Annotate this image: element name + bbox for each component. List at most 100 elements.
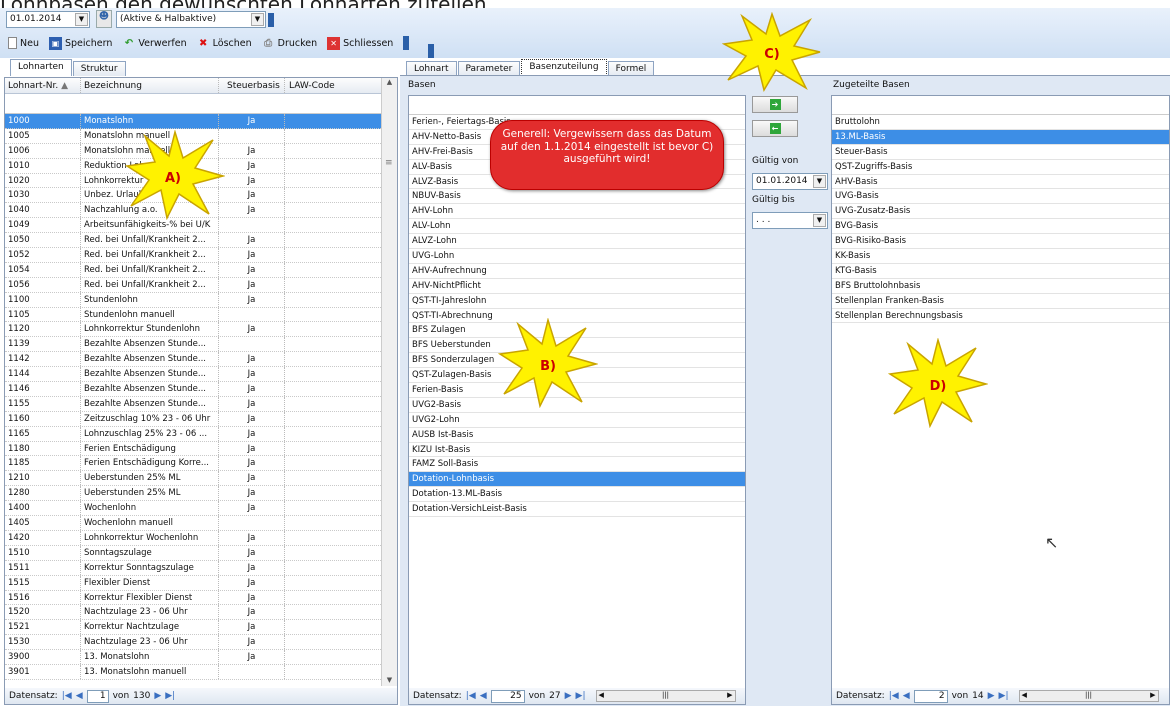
table-row[interactable]: 1210 Ueberstunden 25% ML Ja xyxy=(5,471,397,487)
list-item[interactable]: UVG2-Basis xyxy=(409,398,745,413)
tab-lohnart[interactable]: Lohnart xyxy=(406,61,457,76)
table-row[interactable]: 1006 Monatslohn manuell Ja xyxy=(5,143,397,159)
table-row[interactable]: 1405 Wochenlohn manuell xyxy=(5,516,397,531)
tab-lohnarten[interactable]: Lohnarten xyxy=(10,59,72,76)
chevron-down-icon[interactable]: ▼ xyxy=(251,13,264,26)
filter-row[interactable] xyxy=(5,94,397,114)
table-row[interactable]: 1521 Korrektur Nachtzulage Ja xyxy=(5,620,397,636)
list-item[interactable]: Stellenplan Franken-Basis xyxy=(832,294,1169,309)
list-item[interactable]: BFS Ueberstunden xyxy=(409,338,745,354)
scroll-right-icon[interactable]: ▶ xyxy=(727,691,732,701)
next-record-icon[interactable]: ▶ xyxy=(565,691,572,701)
close-button[interactable]: ✕ Schliessen xyxy=(327,36,393,50)
record-position[interactable]: 2 xyxy=(913,689,948,703)
record-position[interactable]: 1 xyxy=(86,689,109,703)
table-row[interactable]: 1020 Lohnkorrektur Ja xyxy=(5,173,397,189)
h-scrollbar[interactable]: ◀ ||| ▶ xyxy=(1018,690,1159,702)
list-item[interactable]: BFS Sonderzulagen xyxy=(409,353,745,369)
record-position[interactable]: 25 xyxy=(490,689,525,703)
person-icon[interactable]: ☻ xyxy=(96,10,112,28)
col-steuerbasis[interactable]: Steuerbasis xyxy=(219,78,285,93)
table-row[interactable]: 1030 Unbez. Urlaub Ja xyxy=(5,188,397,204)
table-row[interactable]: 1520 Nachtzulage 23 - 06 Uhr Ja xyxy=(5,605,397,621)
col-lohnart-nr[interactable]: Lohnart-Nr. ▲ xyxy=(5,78,81,93)
table-row[interactable]: 1400 Wochenlohn Ja xyxy=(5,501,397,517)
prev-record-icon[interactable]: ◀ xyxy=(480,691,487,701)
list-item[interactable]: Bruttolohn xyxy=(832,115,1169,130)
table-row[interactable]: 1516 Korrektur Flexibler Dienst Ja xyxy=(5,590,397,606)
list-item[interactable]: Stellenplan Berechnungsbasis xyxy=(832,309,1169,324)
table-row[interactable]: 1120 Lohnkorrektur Stundenlohn Ja xyxy=(5,322,397,338)
list-item[interactable]: KTG-Basis xyxy=(832,264,1169,279)
table-row[interactable]: 1050 Red. bei Unfall/Krankheit 2... Ja xyxy=(5,233,397,249)
new-button[interactable]: Neu xyxy=(8,37,39,49)
table-row[interactable]: 1000 Monatslohn Ja xyxy=(5,114,397,129)
scroll-grip-icon[interactable]: ||| xyxy=(1085,691,1092,701)
col-bezeichnung[interactable]: Bezeichnung xyxy=(81,78,219,93)
list-item[interactable]: ALV-Lohn xyxy=(409,219,745,235)
date-combo[interactable]: 01.01.2014 ▼ xyxy=(6,11,90,28)
last-record-icon[interactable]: ▶| xyxy=(576,691,586,701)
table-row[interactable]: 1049 Arbeitsunfähigkeits-% bei U/K xyxy=(5,218,397,234)
table-row[interactable]: 1052 Red. bei Unfall/Krankheit 2... Ja xyxy=(5,248,397,263)
list-item[interactable]: FAMZ Soll-Basis xyxy=(409,457,745,473)
unassign-button[interactable]: ← xyxy=(752,120,798,137)
chevron-down-icon[interactable]: ▼ xyxy=(813,175,826,188)
list-item[interactable]: KIZU Ist-Basis xyxy=(409,443,745,458)
scroll-right-icon[interactable]: ▶ xyxy=(1150,691,1155,701)
list-item[interactable]: QST-Zugriffs-Basis xyxy=(832,160,1169,175)
table-row[interactable]: 3901 13. Monatslohn manuell xyxy=(5,664,397,680)
list-item[interactable]: AHV-Lohn xyxy=(409,204,745,220)
list-item[interactable]: AUSB Ist-Basis xyxy=(409,428,745,443)
table-row[interactable]: 1185 Ferien Entschädigung Korre... Ja xyxy=(5,456,397,472)
scroll-left-icon[interactable]: ◀ xyxy=(1022,691,1027,701)
table-row[interactable]: 1040 Nachzahlung a.o. Ja xyxy=(5,203,397,219)
prev-record-icon[interactable]: ◀ xyxy=(903,691,910,701)
left-scrollbar[interactable]: ▲ ≡ ▼ xyxy=(381,78,397,686)
scroll-grip-icon[interactable]: ||| xyxy=(662,691,669,701)
list-item[interactable]: BFS Bruttolohnbasis xyxy=(832,279,1169,294)
filter-combo[interactable]: (Aktive & Halbaktive) ▼ xyxy=(116,11,266,28)
chevron-down-icon[interactable]: ▼ xyxy=(75,13,88,26)
assign-button[interactable]: ➔ xyxy=(752,96,798,113)
first-record-icon[interactable]: |◀ xyxy=(466,691,476,701)
table-row[interactable]: 1142 Bezahlte Absenzen Stunde... Ja xyxy=(5,352,397,368)
list-item[interactable]: Steuer-Basis xyxy=(832,145,1169,160)
list-item[interactable]: AHV-NichtPflicht xyxy=(409,279,745,294)
list-item[interactable]: BVG-Risiko-Basis xyxy=(832,234,1169,250)
list-item[interactable]: BFS Zulagen xyxy=(409,323,745,339)
table-row[interactable]: 3900 13. Monatslohn Ja xyxy=(5,650,397,665)
scroll-up-icon[interactable]: ▲ xyxy=(382,78,397,86)
list-item[interactable]: Dotation-13.ML-Basis xyxy=(409,487,745,503)
tab-formel[interactable]: Formel xyxy=(607,61,655,76)
table-row[interactable]: 1100 Stundenlohn Ja xyxy=(5,292,397,308)
table-row[interactable]: 1056 Red. bei Unfall/Krankheit 2... Ja xyxy=(5,277,397,293)
table-row[interactable]: 1530 Nachtzulage 23 - 06 Uhr Ja xyxy=(5,635,397,651)
list-item[interactable]: QST-TI-Jahreslohn xyxy=(409,294,745,309)
table-row[interactable]: 1165 Lohnzuschlag 25% 23 - 06 ... Ja xyxy=(5,426,397,442)
first-record-icon[interactable]: |◀ xyxy=(889,691,899,701)
last-record-icon[interactable]: ▶| xyxy=(999,691,1009,701)
tab-struktur[interactable]: Struktur xyxy=(72,61,126,76)
prev-record-icon[interactable]: ◀ xyxy=(76,691,83,701)
table-row[interactable]: 1160 Zeitzuschlag 10% 23 - 06 Uhr Ja xyxy=(5,411,397,427)
table-row[interactable]: 1515 Flexibler Dienst Ja xyxy=(5,575,397,591)
h-scrollbar[interactable]: ◀ ||| ▶ xyxy=(595,690,736,702)
toolbar-grip[interactable] xyxy=(268,13,274,27)
scroll-down-icon[interactable]: ▼ xyxy=(382,676,397,684)
save-button[interactable]: ▣ Speichern xyxy=(48,36,112,50)
table-row[interactable]: 1510 Sonntagszulage Ja xyxy=(5,545,397,561)
tab-parameter[interactable]: Parameter xyxy=(457,61,521,76)
scroll-left-icon[interactable]: ◀ xyxy=(599,691,604,701)
table-row[interactable]: 1005 Monatslohn manuell xyxy=(5,128,397,144)
list-item[interactable]: UVG-Lohn xyxy=(409,249,745,264)
zugeteilte-filter-row[interactable] xyxy=(832,96,1169,115)
delete-button[interactable]: ✖ Löschen xyxy=(197,37,252,50)
basen-filter-row[interactable] xyxy=(409,96,745,115)
list-item[interactable]: Dotation-VersichLeist-Basis xyxy=(409,502,745,518)
list-item[interactable]: AHV-Aufrechnung xyxy=(409,264,745,279)
table-row[interactable]: 1010 Reduktion Lohn Ja xyxy=(5,158,397,174)
last-record-icon[interactable]: ▶| xyxy=(165,691,175,701)
table-row[interactable]: 1144 Bezahlte Absenzen Stunde... Ja xyxy=(5,367,397,383)
table-row[interactable]: 1155 Bezahlte Absenzen Stunde... Ja xyxy=(5,396,397,412)
